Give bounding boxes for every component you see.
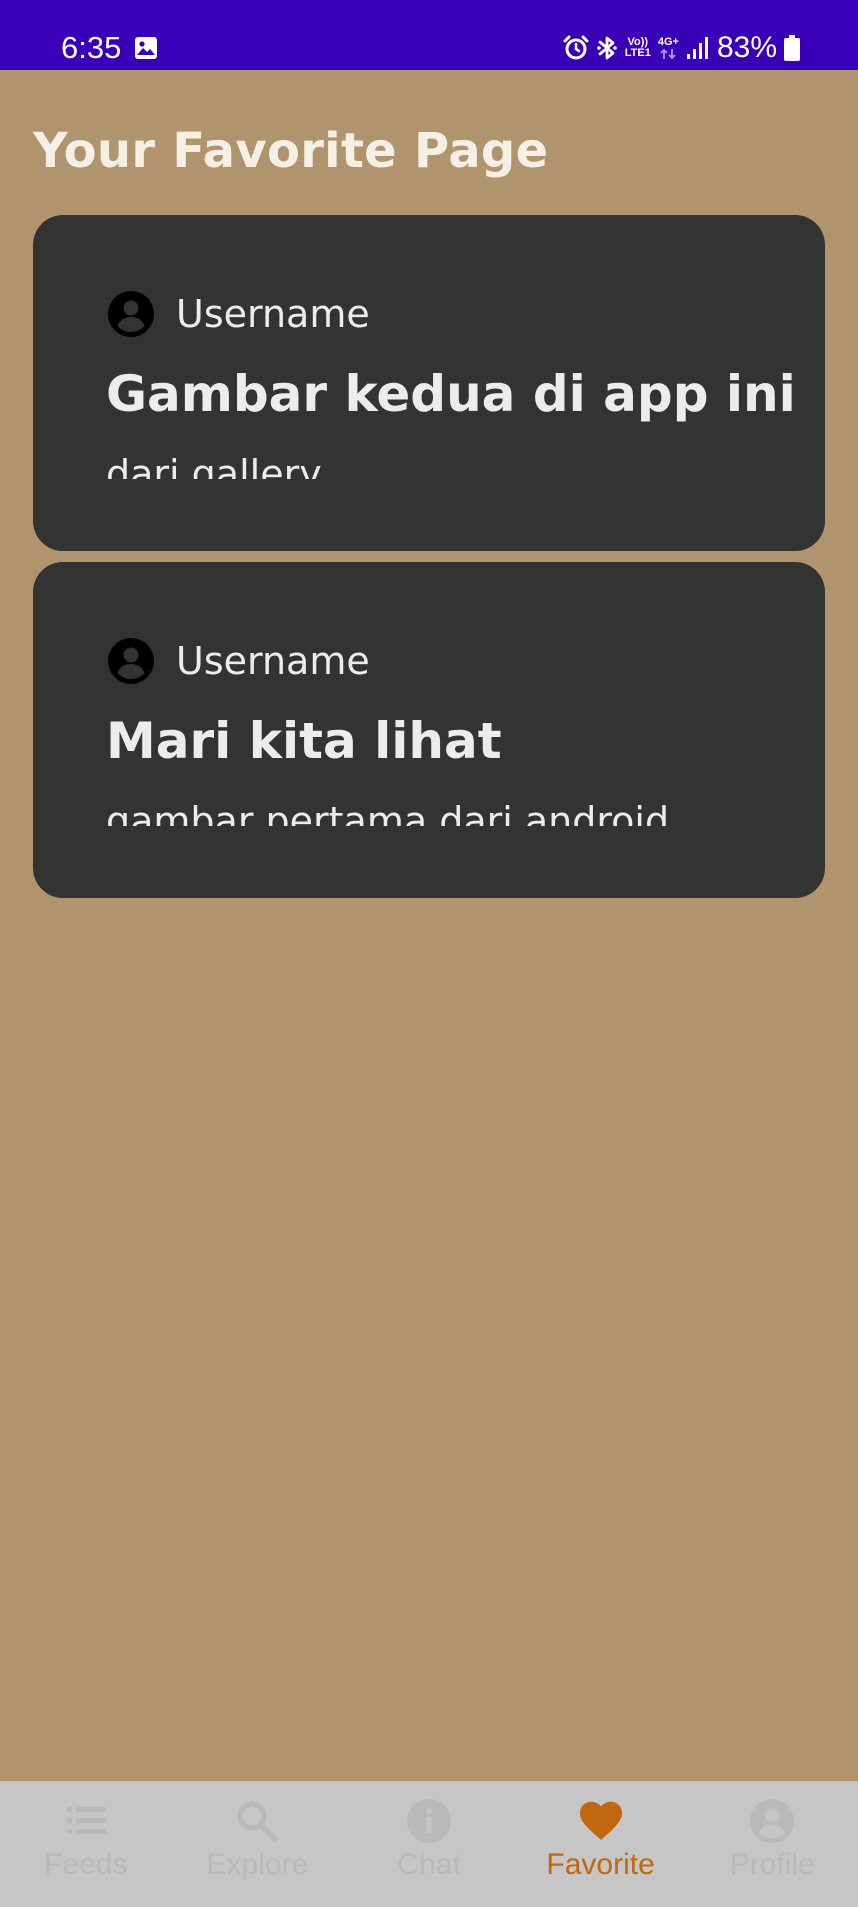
nav-label-profile: Profile (729, 1848, 815, 1881)
bluetooth-icon (596, 34, 618, 62)
post-title: Mari kita lihat (106, 712, 502, 770)
post-author: Username (107, 290, 370, 338)
status-bar: 6:35 Vo)) LTE1 4G+ 83% (0, 0, 858, 70)
nav-item-profile[interactable]: Profile (686, 1781, 858, 1907)
lte-label: LTE1 (624, 47, 651, 59)
post-author: Username (107, 637, 370, 685)
search-icon (233, 1797, 281, 1845)
post-subtitle: dari gallery (106, 452, 322, 479)
nav-item-favorite[interactable]: Favorite (515, 1781, 687, 1907)
image-notification-icon (134, 36, 158, 60)
battery-percent: 83% (716, 31, 777, 64)
nav-label-favorite: Favorite (546, 1848, 655, 1881)
post-username: Username (176, 292, 370, 336)
favorite-post-card[interactable]: Username Mari kita lihat gambar pertama … (33, 562, 825, 898)
nav-item-feeds[interactable]: Feeds (0, 1781, 172, 1907)
nav-item-explore[interactable]: Explore (172, 1781, 344, 1907)
list-icon (62, 1797, 110, 1845)
favorite-post-card[interactable]: Username Gambar kedua di app ini dari ga… (33, 215, 825, 551)
nav-item-chat[interactable]: Chat (343, 1781, 515, 1907)
nav-label-feeds: Feeds (44, 1848, 128, 1881)
post-subtitle-container: gambar pertama dari android (106, 790, 806, 826)
battery-icon (784, 35, 800, 61)
account-circle-icon (748, 1797, 796, 1845)
heart-icon (577, 1797, 625, 1845)
volte-icon: Vo)) LTE1 (625, 37, 651, 59)
status-icons: Vo)) LTE1 4G+ 83% (563, 30, 800, 66)
post-subtitle: gambar pertama dari android (106, 799, 670, 826)
info-icon (405, 1797, 453, 1845)
nav-label-chat: Chat (397, 1848, 461, 1881)
page-title: Your Favorite Page (33, 123, 549, 179)
post-title: Gambar kedua di app ini (106, 365, 796, 423)
signal-icon (686, 36, 710, 60)
account-circle-icon (107, 637, 155, 685)
network-type-label: 4G+ (657, 35, 679, 48)
nav-label-explore: Explore (206, 1848, 309, 1881)
network-4g-icon: 4G+ (657, 35, 679, 60)
post-subtitle-container: dari gallery (106, 443, 806, 479)
status-time: 6:35 (61, 30, 122, 65)
account-circle-icon (107, 290, 155, 338)
alarm-icon (563, 35, 589, 61)
post-username: Username (176, 639, 370, 683)
bottom-navigation: Feeds Explore Chat Favorite Profile (0, 1781, 858, 1907)
